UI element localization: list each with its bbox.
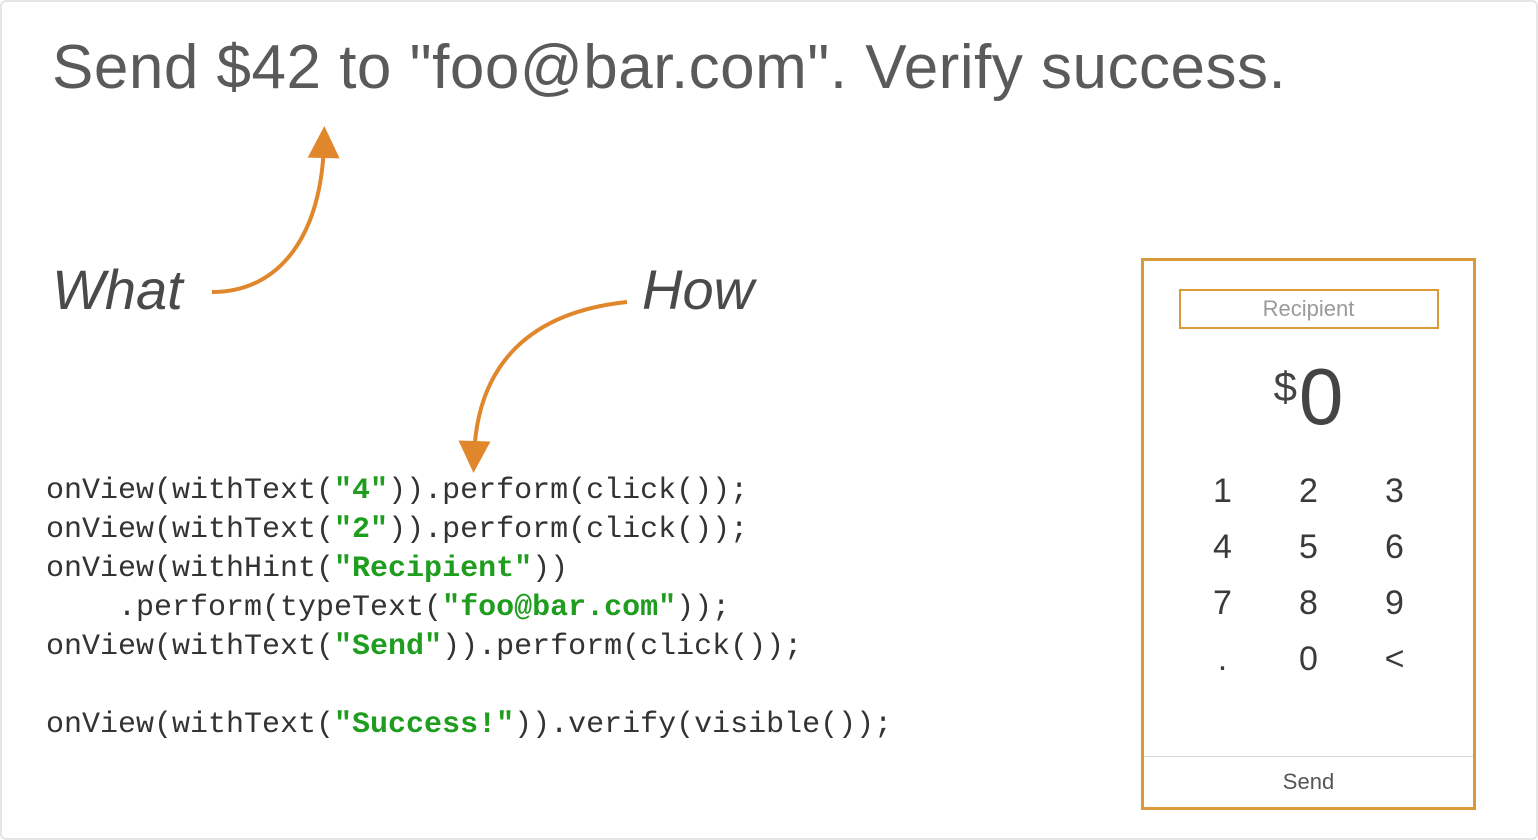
code-line-2: onView(withText("2")).perform(click());	[46, 513, 748, 547]
recipient-input[interactable]: Recipient	[1179, 289, 1439, 329]
arrow-what-icon	[202, 122, 382, 302]
code-line-4: .perform(typeText("foo@bar.com"));	[46, 591, 730, 625]
phone-mock: Recipient $ 0 1 2 3 4 5 6 7 8 9 . 0 < Se…	[1141, 258, 1476, 810]
key-0[interactable]: 0	[1274, 631, 1344, 687]
label-what: What	[52, 257, 183, 322]
slide-title: Send $42 to "foo@bar.com". Verify succes…	[52, 32, 1286, 103]
currency-symbol: $	[1274, 357, 1297, 411]
send-label: Send	[1283, 769, 1334, 795]
keypad: 1 2 3 4 5 6 7 8 9 . 0 <	[1188, 463, 1430, 687]
key-8[interactable]: 8	[1274, 575, 1344, 631]
key-backspace[interactable]: <	[1360, 631, 1430, 687]
key-5[interactable]: 5	[1274, 519, 1344, 575]
code-line-1: onView(withText("4")).perform(click());	[46, 474, 748, 508]
key-6[interactable]: 6	[1360, 519, 1430, 575]
key-7[interactable]: 7	[1188, 575, 1258, 631]
code-line-5: onView(withText("Send")).perform(click()…	[46, 630, 802, 664]
code-line-7: onView(withText("Success!")).verify(visi…	[46, 708, 892, 742]
amount-display: $ 0	[1274, 357, 1344, 437]
key-3[interactable]: 3	[1360, 463, 1430, 519]
slide: Send $42 to "foo@bar.com". Verify succes…	[0, 0, 1538, 840]
key-9[interactable]: 9	[1360, 575, 1430, 631]
send-button[interactable]: Send	[1144, 756, 1473, 807]
key-1[interactable]: 1	[1188, 463, 1258, 519]
amount-value: 0	[1299, 357, 1344, 437]
label-how: How	[642, 257, 754, 322]
code-line-3: onView(withHint("Recipient"))	[46, 552, 568, 586]
key-dot[interactable]: .	[1188, 631, 1258, 687]
key-2[interactable]: 2	[1274, 463, 1344, 519]
key-4[interactable]: 4	[1188, 519, 1258, 575]
arrow-how-icon	[442, 282, 662, 482]
recipient-placeholder: Recipient	[1263, 296, 1355, 322]
code-block: onView(withText("4")).perform(click()); …	[46, 472, 892, 745]
